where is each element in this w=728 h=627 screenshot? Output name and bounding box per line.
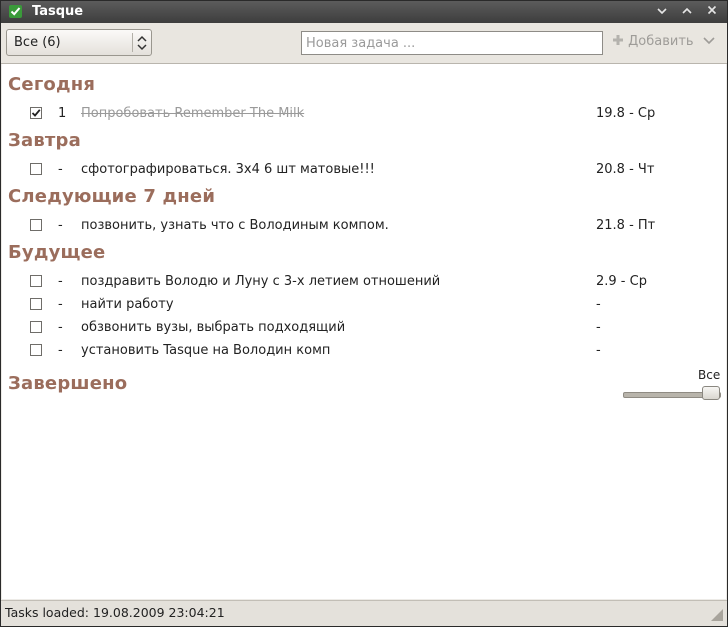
close-button[interactable] <box>703 4 721 20</box>
task-priority[interactable]: - <box>58 297 63 312</box>
task-name[interactable]: позвонить, узнать что с Володиным компом… <box>81 218 389 233</box>
title-bar[interactable]: Tasque <box>1 1 727 23</box>
add-menu-button[interactable] <box>703 34 717 48</box>
task-due-date[interactable]: - <box>596 297 601 312</box>
add-task-button[interactable]: Добавить <box>612 34 694 49</box>
task-name[interactable]: Попробовать Remember The Milk <box>81 106 304 121</box>
status-text: Tasks loaded: 19.08.2009 23:04:21 <box>5 605 225 620</box>
task-row[interactable]: - сфотографироваться. 3х4 6 шт матовые!!… <box>2 160 726 180</box>
section-completed: Завершено <box>8 373 128 394</box>
task-row[interactable]: - установить Tasque на Володин комп - <box>2 341 726 361</box>
section-today: Сегодня <box>8 74 96 95</box>
task-row[interactable]: - найти работу - <box>2 295 726 315</box>
chevron-down-icon <box>703 37 715 45</box>
task-list: Сегодня 1 Попробовать Remember The Milk … <box>2 64 726 599</box>
close-icon <box>707 5 717 15</box>
plus-icon <box>613 35 623 45</box>
category-combo[interactable]: Все (6) <box>6 29 152 56</box>
completed-range-label: Все <box>698 368 721 382</box>
task-row[interactable]: - обзвонить вузы, выбрать подходящий - <box>2 318 726 338</box>
task-priority[interactable]: - <box>58 320 63 335</box>
toolbar: Все (6) Добавить <box>1 23 727 64</box>
task-due-date[interactable]: 21.8 - Пт <box>596 218 655 233</box>
minimize-button[interactable] <box>653 4 671 20</box>
task-checkbox[interactable] <box>30 275 42 287</box>
task-due-date[interactable]: - <box>596 343 601 358</box>
task-priority[interactable]: - <box>58 274 63 289</box>
chevron-up-icon <box>682 7 692 14</box>
task-name[interactable]: найти работу <box>81 297 174 312</box>
task-priority[interactable]: 1 <box>58 106 66 121</box>
slider-thumb[interactable] <box>702 386 720 400</box>
task-row[interactable]: 1 Попробовать Remember The Milk 19.8 - С… <box>2 104 726 124</box>
task-priority[interactable]: - <box>58 343 63 358</box>
task-priority[interactable]: - <box>58 162 63 177</box>
section-tomorrow: Завтра <box>8 130 81 151</box>
task-row[interactable]: - позвонить, узнать что с Володиным комп… <box>2 216 726 236</box>
updown-arrows-icon <box>136 34 148 56</box>
task-checkbox[interactable] <box>30 321 42 333</box>
section-next-7-days: Следующие 7 дней <box>8 186 216 207</box>
task-due-date[interactable]: - <box>596 320 601 335</box>
add-task-label: Добавить <box>628 34 694 49</box>
task-name[interactable]: установить Tasque на Володин комп <box>81 343 330 358</box>
task-name[interactable]: сфотографироваться. 3х4 6 шт матовые!!! <box>81 162 375 177</box>
task-checkbox[interactable] <box>30 219 42 231</box>
task-priority[interactable]: - <box>58 218 63 233</box>
task-due-date[interactable]: 20.8 - Чт <box>596 162 654 177</box>
task-checkbox[interactable] <box>30 344 42 356</box>
check-icon <box>9 5 22 18</box>
tasque-window: Tasque Все (6) Добавить Сегодня <box>0 0 728 627</box>
new-task-input[interactable] <box>301 31 603 55</box>
task-checkbox[interactable] <box>30 107 42 119</box>
section-future: Будущее <box>8 242 106 263</box>
task-due-date[interactable]: 19.8 - Ср <box>596 106 655 121</box>
task-name[interactable]: обзвонить вузы, выбрать подходящий <box>81 320 345 335</box>
maximize-button[interactable] <box>678 4 696 20</box>
checkmark-icon <box>31 109 41 117</box>
task-checkbox[interactable] <box>30 163 42 175</box>
resize-grip-icon[interactable] <box>711 609 723 625</box>
task-checkbox[interactable] <box>30 298 42 310</box>
chevron-down-icon <box>657 8 667 15</box>
task-due-date[interactable]: 2.9 - Ср <box>596 274 647 289</box>
task-row[interactable]: - поздравить Володю и Луну с 3-х летием … <box>2 272 726 292</box>
category-combo-label: Все (6) <box>14 35 61 50</box>
window-title: Tasque <box>32 4 84 19</box>
status-bar: Tasks loaded: 19.08.2009 23:04:21 <box>1 600 727 626</box>
task-name[interactable]: поздравить Володю и Луну с 3-х летием от… <box>81 274 440 289</box>
combo-separator <box>132 33 133 52</box>
